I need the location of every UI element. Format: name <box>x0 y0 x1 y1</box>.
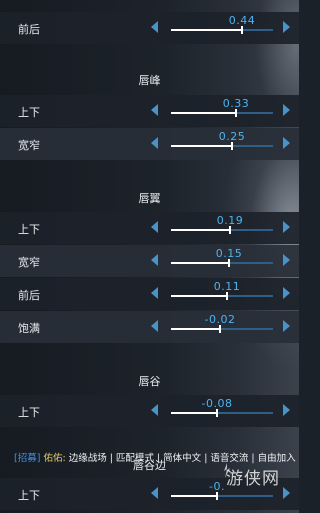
decrease-arrow-icon[interactable] <box>151 320 158 332</box>
increase-arrow-icon[interactable] <box>283 287 290 299</box>
decrease-arrow-icon[interactable] <box>151 104 158 116</box>
slider-label: 上下 <box>18 489 40 502</box>
slider-value: 0.15 <box>215 247 243 260</box>
slider-row: 上下 0.33 <box>0 95 299 127</box>
slider-value: 0.11 <box>213 280 241 293</box>
slider-thumb[interactable] <box>216 492 218 500</box>
increase-arrow-icon[interactable] <box>283 404 290 416</box>
increase-arrow-icon[interactable] <box>283 254 290 266</box>
slider-value: 0.19 <box>216 214 244 227</box>
slider-label: 宽窄 <box>18 139 40 152</box>
section-title-chungu: 唇谷 <box>138 375 161 388</box>
slider-value: -0.08 <box>201 397 233 410</box>
slider-label: 上下 <box>18 106 40 119</box>
slider-row: 宽窄 0.15 <box>0 245 299 277</box>
slider-track[interactable]: -0.08 <box>171 397 273 417</box>
decrease-arrow-icon[interactable] <box>151 404 158 416</box>
slider-row: 宽窄 0.25 <box>0 128 299 160</box>
slider-thumb[interactable] <box>226 292 228 300</box>
slider-thumb[interactable] <box>235 109 237 117</box>
slider-value: 0.44 <box>228 14 256 27</box>
slider-label: 饱满 <box>18 322 40 335</box>
slider-label: 前后 <box>18 289 40 302</box>
slider-thumb[interactable] <box>241 26 243 34</box>
increase-arrow-icon[interactable] <box>283 137 290 149</box>
decrease-arrow-icon[interactable] <box>151 137 158 149</box>
slider-track[interactable]: 0.19 <box>171 214 273 234</box>
watermark-text: 游侠网 <box>226 469 280 489</box>
slider-row-qianhou-top: 前后 0.44 <box>0 12 299 44</box>
decrease-arrow-icon[interactable] <box>151 21 158 33</box>
increase-arrow-icon[interactable] <box>283 487 290 499</box>
increase-arrow-icon[interactable] <box>283 104 290 116</box>
slider-value: -0.02 <box>204 313 236 326</box>
increase-arrow-icon[interactable] <box>283 221 290 233</box>
slider-row: 饱满 -0.02 <box>0 311 299 343</box>
decrease-arrow-icon[interactable] <box>151 487 158 499</box>
section-title-chunyi: 唇翼 <box>138 192 161 205</box>
slider-track[interactable]: -0.02 <box>171 313 273 333</box>
slider-track[interactable]: 0.25 <box>171 130 273 150</box>
decrease-arrow-icon[interactable] <box>151 221 158 233</box>
increase-arrow-icon[interactable] <box>283 320 290 332</box>
slider-thumb[interactable] <box>216 409 218 417</box>
slider-label: 前后 <box>18 23 40 36</box>
decrease-arrow-icon[interactable] <box>151 254 158 266</box>
slider-thumb[interactable] <box>228 259 230 267</box>
slider-label: 上下 <box>18 406 40 419</box>
slider-value: 0.33 <box>222 97 250 110</box>
slider-label: 宽窄 <box>18 256 40 269</box>
slider-track[interactable]: 0.44 <box>171 14 273 34</box>
slider-row: 上下 -0.08 <box>0 395 299 427</box>
slider-track[interactable]: 0.15 <box>171 247 273 267</box>
slider-label: 上下 <box>18 223 40 236</box>
slider-track[interactable]: 0.33 <box>171 97 273 117</box>
slider-row: 前后 0.11 <box>0 278 299 310</box>
section-title-chunfeng: 唇峰 <box>138 74 161 87</box>
decrease-arrow-icon[interactable] <box>151 287 158 299</box>
slider-thumb[interactable] <box>229 226 231 234</box>
slider-thumb[interactable] <box>219 325 221 333</box>
increase-arrow-icon[interactable] <box>283 21 290 33</box>
slider-track[interactable]: 0.11 <box>171 280 273 300</box>
slider-row: 上下 0.19 <box>0 212 299 244</box>
slider-value: 0.25 <box>218 130 246 143</box>
slider-thumb[interactable] <box>231 142 233 150</box>
slider-track[interactable]: -0. <box>171 480 273 500</box>
